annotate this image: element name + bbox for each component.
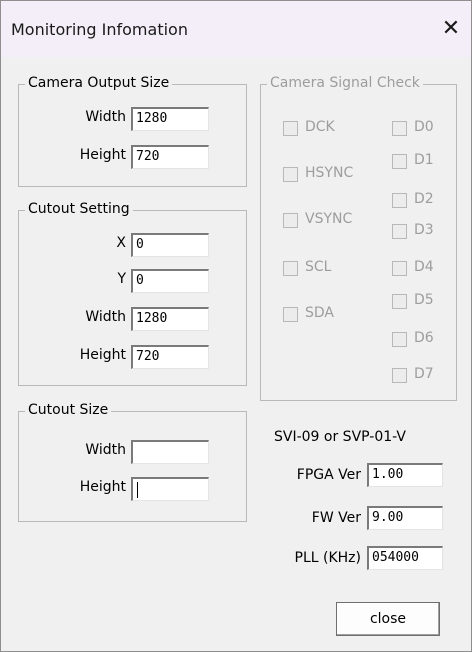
size-height-field[interactable] — [131, 477, 209, 501]
fpga-ver-label: FPGA Ver — [296, 467, 361, 483]
checkbox-box — [392, 193, 407, 208]
close-icon[interactable]: ✕ — [433, 11, 469, 47]
checkbox-vsync-label: VSYNC — [305, 211, 353, 227]
checkbox-box — [283, 167, 298, 182]
checkbox-box — [283, 121, 298, 136]
checkbox-box — [392, 368, 407, 383]
cutout-width-field[interactable]: 1280 — [131, 307, 209, 331]
size-height-label: Height — [79, 479, 126, 495]
fw-ver-field[interactable]: 9.00 — [367, 506, 443, 530]
cutout-width-label: Width — [85, 309, 126, 325]
checkbox-d7-label: D7 — [414, 366, 434, 382]
cutout-setting-legend: Cutout Setting — [25, 201, 133, 217]
size-width-field[interactable] — [131, 440, 209, 464]
checkbox-box — [392, 121, 407, 136]
output-width-label: Width — [85, 109, 126, 125]
cutout-setting-group: Cutout Setting X 0 Y 0 Width 1280 Height… — [18, 201, 247, 386]
pll-khz-field[interactable]: 054000 — [367, 546, 443, 570]
checkbox-box — [283, 213, 298, 228]
cutout-x-field[interactable]: 0 — [131, 233, 209, 257]
pll-khz-label: PLL (KHz) — [294, 550, 361, 566]
device-model-label: SVI-09 or SVP-01-V — [274, 429, 406, 445]
camera-signal-check-legend: Camera Signal Check — [267, 75, 423, 91]
checkbox-d4-label: D4 — [414, 259, 434, 275]
checkbox-dck-label: DCK — [305, 119, 335, 135]
checkbox-sda-label: SDA — [305, 305, 334, 321]
output-height-field[interactable]: 720 — [131, 145, 209, 169]
title-bar[interactable]: Monitoring Infomation ✕ — [1, 1, 471, 57]
checkbox-d0-label: D0 — [414, 119, 434, 135]
cutout-y-field[interactable]: 0 — [131, 269, 209, 293]
output-width-field[interactable]: 1280 — [131, 107, 209, 131]
cutout-height-label: Height — [79, 347, 126, 363]
checkbox-box — [392, 224, 407, 239]
checkbox-box — [392, 294, 407, 309]
checkbox-box — [392, 154, 407, 169]
cutout-x-label: X — [116, 235, 126, 251]
window-title: Monitoring Infomation — [11, 20, 188, 39]
camera-signal-check-group: Camera Signal Check DCK HSYNC VSYNC SCL … — [260, 75, 457, 401]
close-button[interactable]: close — [336, 602, 440, 636]
cutout-height-field[interactable]: 720 — [131, 345, 209, 369]
cutout-size-legend: Cutout Size — [25, 402, 112, 418]
output-height-label: Height — [79, 147, 126, 163]
checkbox-box — [392, 332, 407, 347]
text-caret — [137, 482, 138, 498]
checkbox-d6-label: D6 — [414, 330, 434, 346]
checkbox-box — [283, 261, 298, 276]
checkbox-box — [283, 307, 298, 322]
fpga-ver-field[interactable]: 1.00 — [367, 463, 443, 487]
size-width-label: Width — [85, 442, 126, 458]
cutout-size-group: Cutout Size Width Height — [18, 402, 247, 522]
fw-ver-label: FW Ver — [311, 510, 361, 526]
checkbox-hsync-label: HSYNC — [305, 165, 354, 181]
camera-output-size-legend: Camera Output Size — [25, 75, 173, 91]
checkbox-box — [392, 261, 407, 276]
checkbox-scl-label: SCL — [305, 259, 332, 275]
checkbox-d5-label: D5 — [414, 292, 434, 308]
cutout-y-label: Y — [117, 271, 126, 287]
checkbox-d1-label: D1 — [414, 152, 434, 168]
monitoring-dialog: Monitoring Infomation ✕ Camera Output Si… — [0, 0, 472, 652]
checkbox-d2-label: D2 — [414, 191, 434, 207]
checkbox-d3-label: D3 — [414, 222, 434, 238]
camera-output-size-group: Camera Output Size Width 1280 Height 720 — [18, 75, 247, 187]
